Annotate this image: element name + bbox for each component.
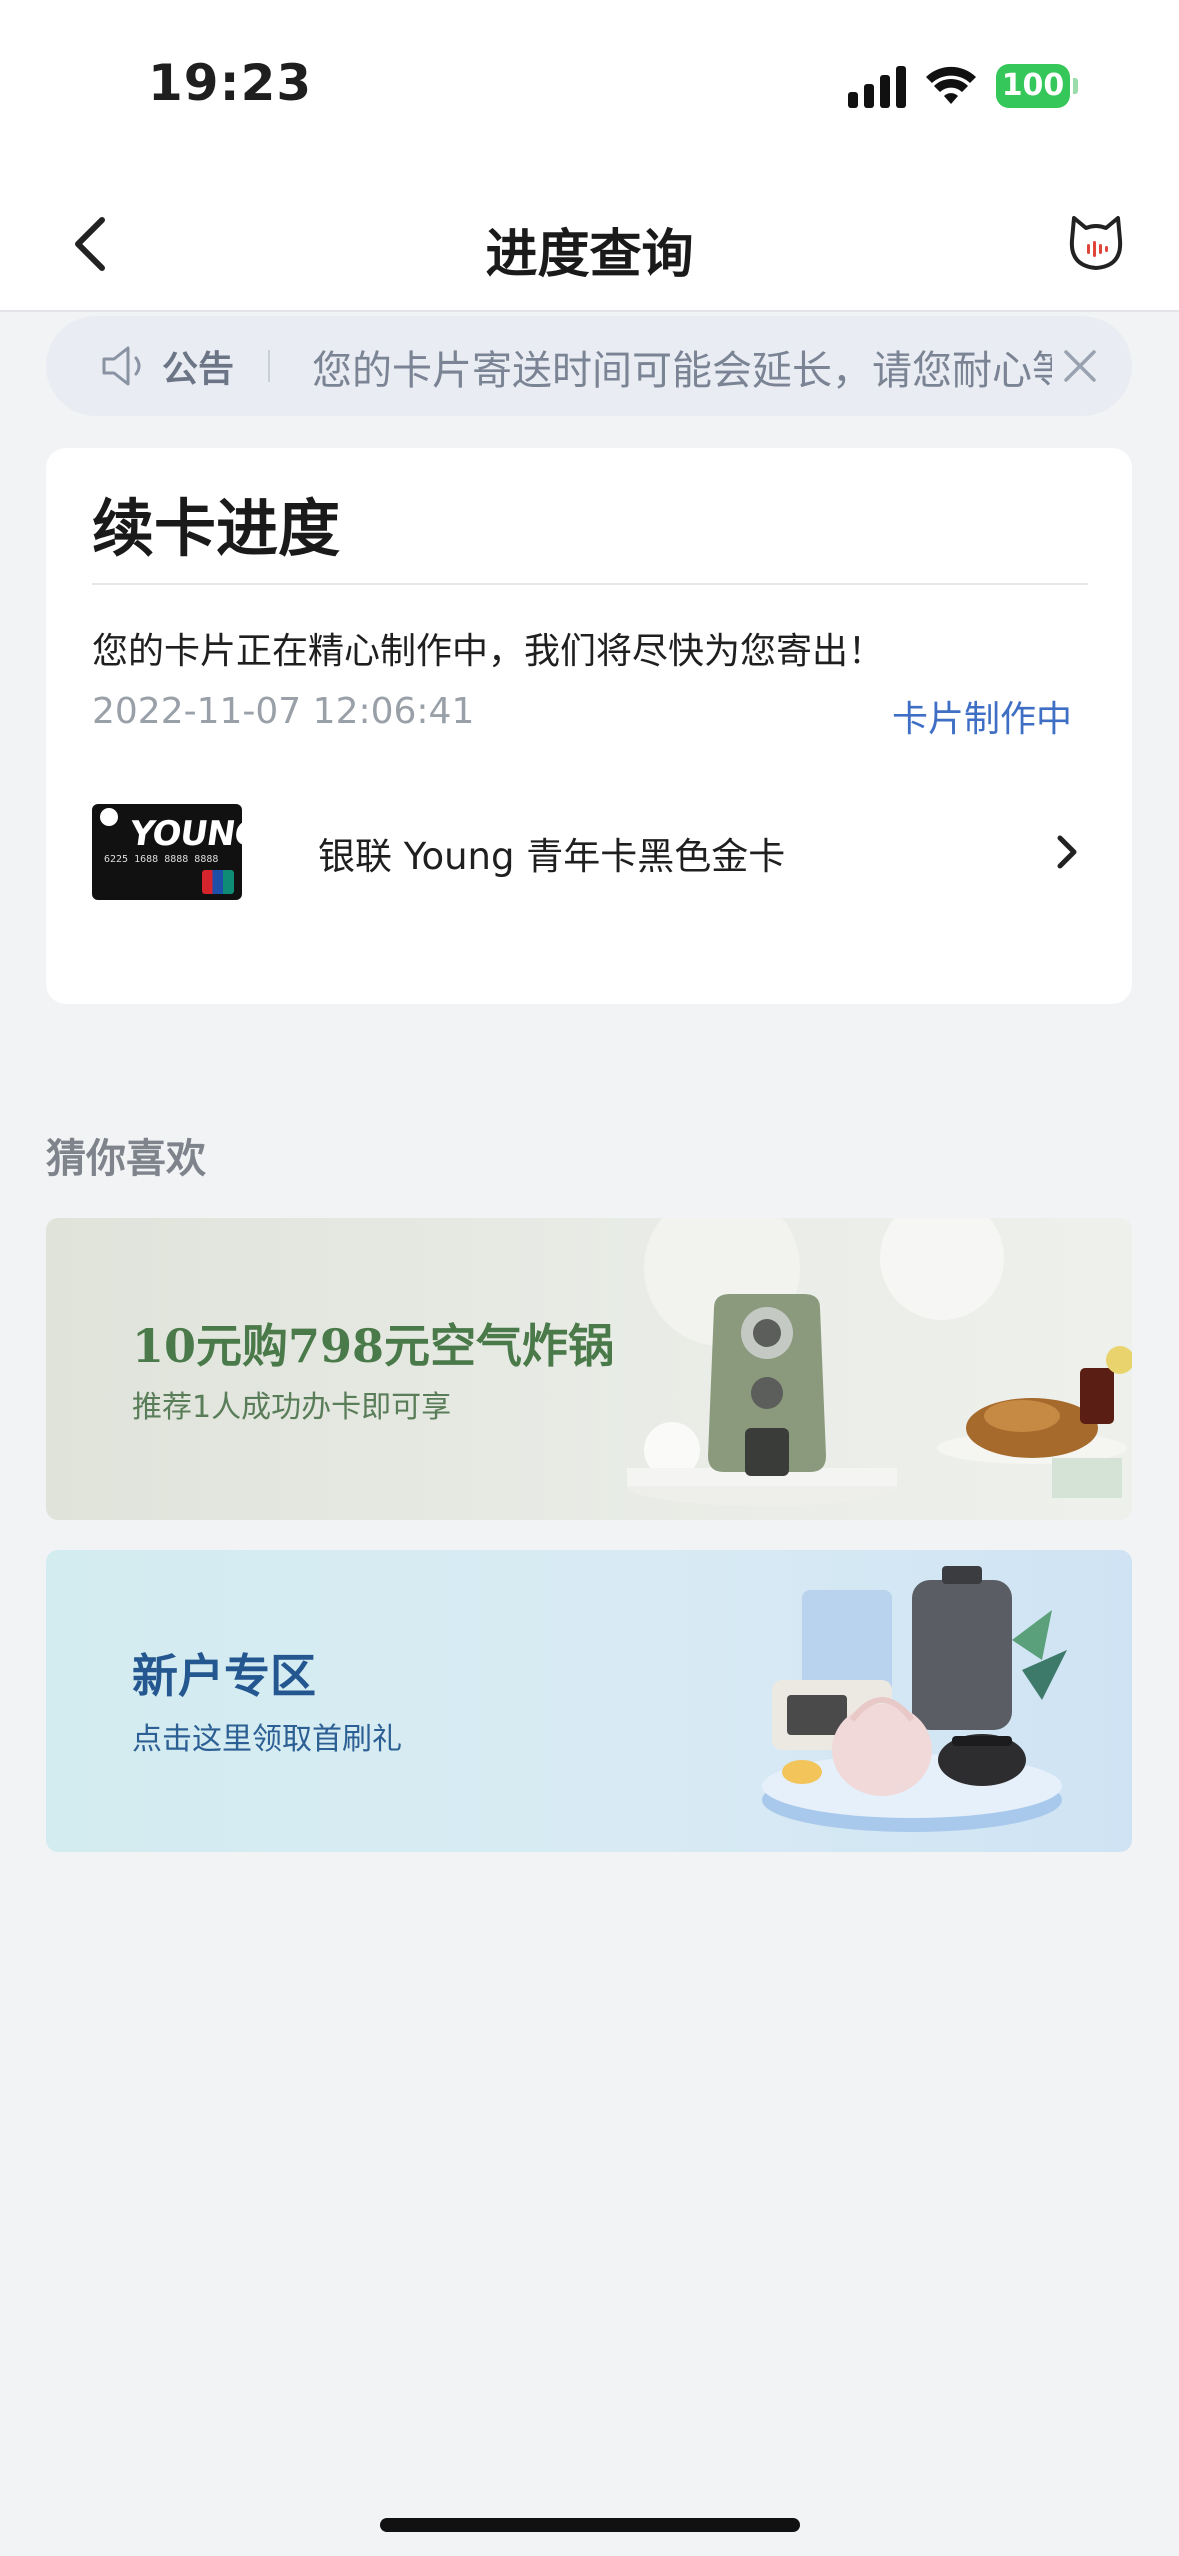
- announcement-label: 公告: [162, 349, 235, 390]
- divider: [92, 583, 1088, 585]
- cat-mascot-icon[interactable]: [1064, 210, 1128, 274]
- banner-title: 新户专区: [132, 1649, 316, 1703]
- status-bar: 19:23 100: [0, 0, 1179, 170]
- banner-subtitle: 推荐1人成功办卡即可享: [132, 1390, 452, 1425]
- progress-status: 卡片制作中: [891, 699, 1072, 740]
- speaker-icon: [102, 346, 141, 386]
- banner-title: 10元购798元空气炸锅: [132, 1319, 615, 1373]
- chevron-right-icon: [1057, 835, 1077, 869]
- page-title: 进度查询: [485, 225, 694, 285]
- battery-icon: 100: [996, 64, 1078, 108]
- announcement-text: 您的卡片寄送时间可能会延长，请您耐心等待: [312, 348, 1052, 394]
- divider: [268, 350, 270, 382]
- card-product-name: 银联 Young 青年卡黑色金卡: [318, 835, 786, 878]
- card-product-row[interactable]: YOUNG 6225 1688 8888 8888 银联 Young 青年卡黑色…: [92, 804, 1092, 900]
- navigation-bar: 进度查询: [0, 170, 1179, 312]
- banner-subtitle: 点击这里领取首刷礼: [132, 1722, 402, 1757]
- progress-message: 您的卡片正在精心制作中，我们将尽快为您寄出！: [92, 631, 885, 672]
- air-fryer-promo-banner[interactable]: 10元购798元空气炸锅 推荐1人成功办卡即可享: [46, 1218, 1132, 1520]
- cellular-signal-icon: [848, 66, 906, 108]
- home-indicator[interactable]: [380, 2518, 800, 2532]
- battery-level: 100: [996, 64, 1070, 108]
- card-title: 续卡进度: [92, 492, 341, 565]
- status-time: 19:23: [148, 54, 313, 112]
- air-fryer-illustration: [627, 1218, 1132, 1506]
- wifi-icon: [926, 66, 976, 104]
- credit-card-image: YOUNG 6225 1688 8888 8888: [92, 804, 242, 900]
- unionpay-logo-icon: [202, 870, 234, 894]
- close-icon[interactable]: [1058, 344, 1102, 388]
- renewal-progress-card: 续卡进度 您的卡片正在精心制作中，我们将尽快为您寄出！ 2022-11-07 1…: [46, 448, 1132, 1004]
- section-title-recommend: 猜你喜欢: [46, 1136, 206, 1182]
- new-customer-banner[interactable]: 新户专区 点击这里领取首刷礼: [46, 1550, 1132, 1852]
- announcement-bar[interactable]: 公告 您的卡片寄送时间可能会延长，请您耐心等待: [46, 316, 1132, 416]
- gifts-illustration: [762, 1566, 1067, 1832]
- progress-timestamp: 2022-11-07 12:06:41: [92, 691, 475, 732]
